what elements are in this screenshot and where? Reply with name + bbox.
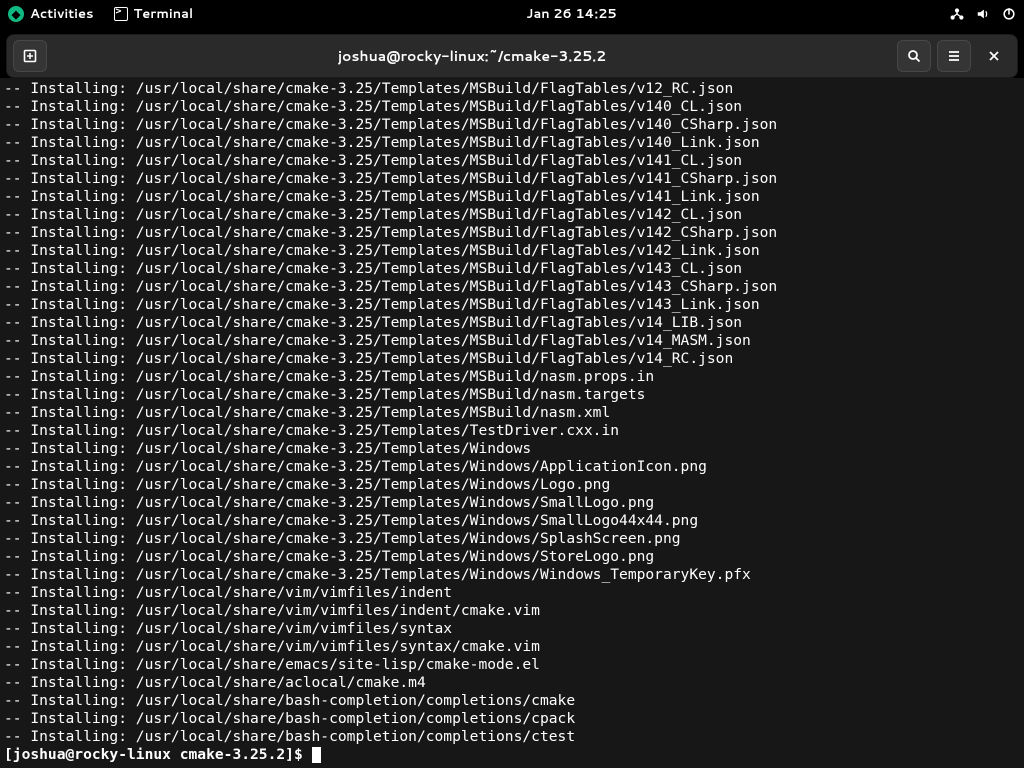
window-title: joshua@rocky-linux:~/cmake-3.25.2 (53, 46, 891, 66)
app-menu-label: Terminal (134, 5, 194, 23)
hamburger-menu-button[interactable] (937, 40, 971, 72)
app-menu[interactable]: Terminal (114, 5, 194, 23)
cursor (312, 747, 321, 763)
network-icon[interactable] (950, 7, 964, 21)
terminal-icon (114, 7, 128, 21)
activities-label: Activities (30, 5, 94, 23)
window-close-button[interactable] (977, 40, 1011, 72)
new-tab-button[interactable] (13, 40, 47, 72)
volume-icon[interactable] (976, 7, 990, 21)
terminal-output[interactable]: -- Installing: /usr/local/share/cmake-3.… (0, 78, 1024, 768)
clock[interactable]: Jan 26 14:25 (526, 5, 616, 23)
search-button[interactable] (897, 40, 931, 72)
distro-logo-icon: ◆ (8, 6, 24, 22)
shell-prompt: [joshua@rocky-linux cmake-3.25.2]$ (4, 746, 312, 763)
power-icon[interactable] (1002, 7, 1016, 21)
activities-button[interactable]: ◆ Activities (8, 5, 94, 23)
gnome-topbar: ◆ Activities Terminal Jan 26 14:25 (0, 0, 1024, 28)
window-headerbar: joshua@rocky-linux:~/cmake-3.25.2 (6, 34, 1018, 78)
